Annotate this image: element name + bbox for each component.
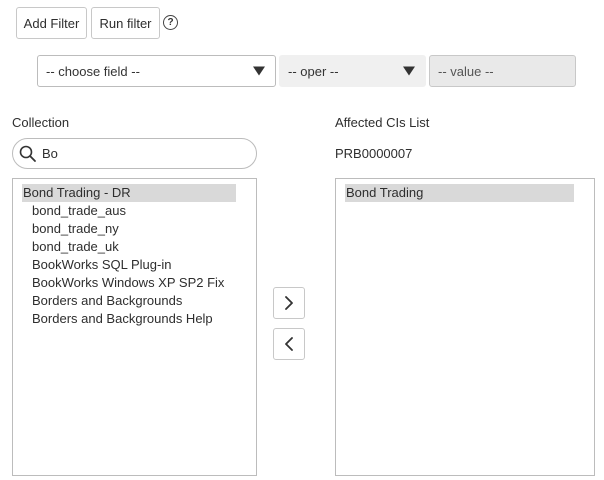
affected-cis-label: Affected CIs List — [335, 115, 430, 130]
collection-item[interactable]: BookWorks SQL Plug-in — [22, 256, 236, 274]
add-filter-button[interactable]: Add Filter — [16, 7, 87, 39]
chevron-left-icon — [285, 337, 293, 351]
collection-item[interactable]: BookWorks Windows XP SP2 Fix — [22, 274, 236, 292]
caret-down-icon — [253, 66, 265, 76]
collection-label: Collection — [12, 115, 70, 130]
remove-from-list-button[interactable] — [273, 328, 305, 360]
chevron-right-icon — [285, 296, 293, 310]
help-icon[interactable]: ? — [163, 15, 178, 30]
record-number: PRB0000007 — [335, 146, 413, 161]
search-input-value: Bo — [42, 146, 58, 161]
collection-item[interactable]: bond_trade_aus — [22, 202, 236, 220]
choose-field-select[interactable]: -- choose field -- — [37, 55, 276, 87]
run-filter-button[interactable]: Run filter — [91, 7, 160, 39]
add-to-list-button[interactable] — [273, 287, 305, 319]
affected-cis-list[interactable]: Bond Trading — [335, 178, 595, 476]
collection-search-field[interactable]: Bo — [12, 138, 257, 169]
collection-item[interactable]: Borders and Backgrounds Help — [22, 310, 236, 328]
search-icon — [19, 145, 36, 162]
collection-item[interactable]: bond_trade_uk — [22, 238, 236, 256]
collection-item[interactable]: Bond Trading - DR — [22, 184, 236, 202]
collection-item[interactable]: bond_trade_ny — [22, 220, 236, 238]
caret-down-icon — [403, 66, 415, 76]
choose-field-value: -- choose field -- — [46, 63, 140, 79]
oper-select[interactable]: -- oper -- — [279, 55, 426, 87]
collection-item[interactable]: Borders and Backgrounds — [22, 292, 236, 310]
collection-list[interactable]: Bond Trading - DR bond_trade_aus bond_tr… — [12, 178, 257, 476]
value-field[interactable]: -- value -- — [429, 55, 576, 87]
affected-ci-item[interactable]: Bond Trading — [345, 184, 574, 202]
oper-value: -- oper -- — [288, 63, 339, 79]
